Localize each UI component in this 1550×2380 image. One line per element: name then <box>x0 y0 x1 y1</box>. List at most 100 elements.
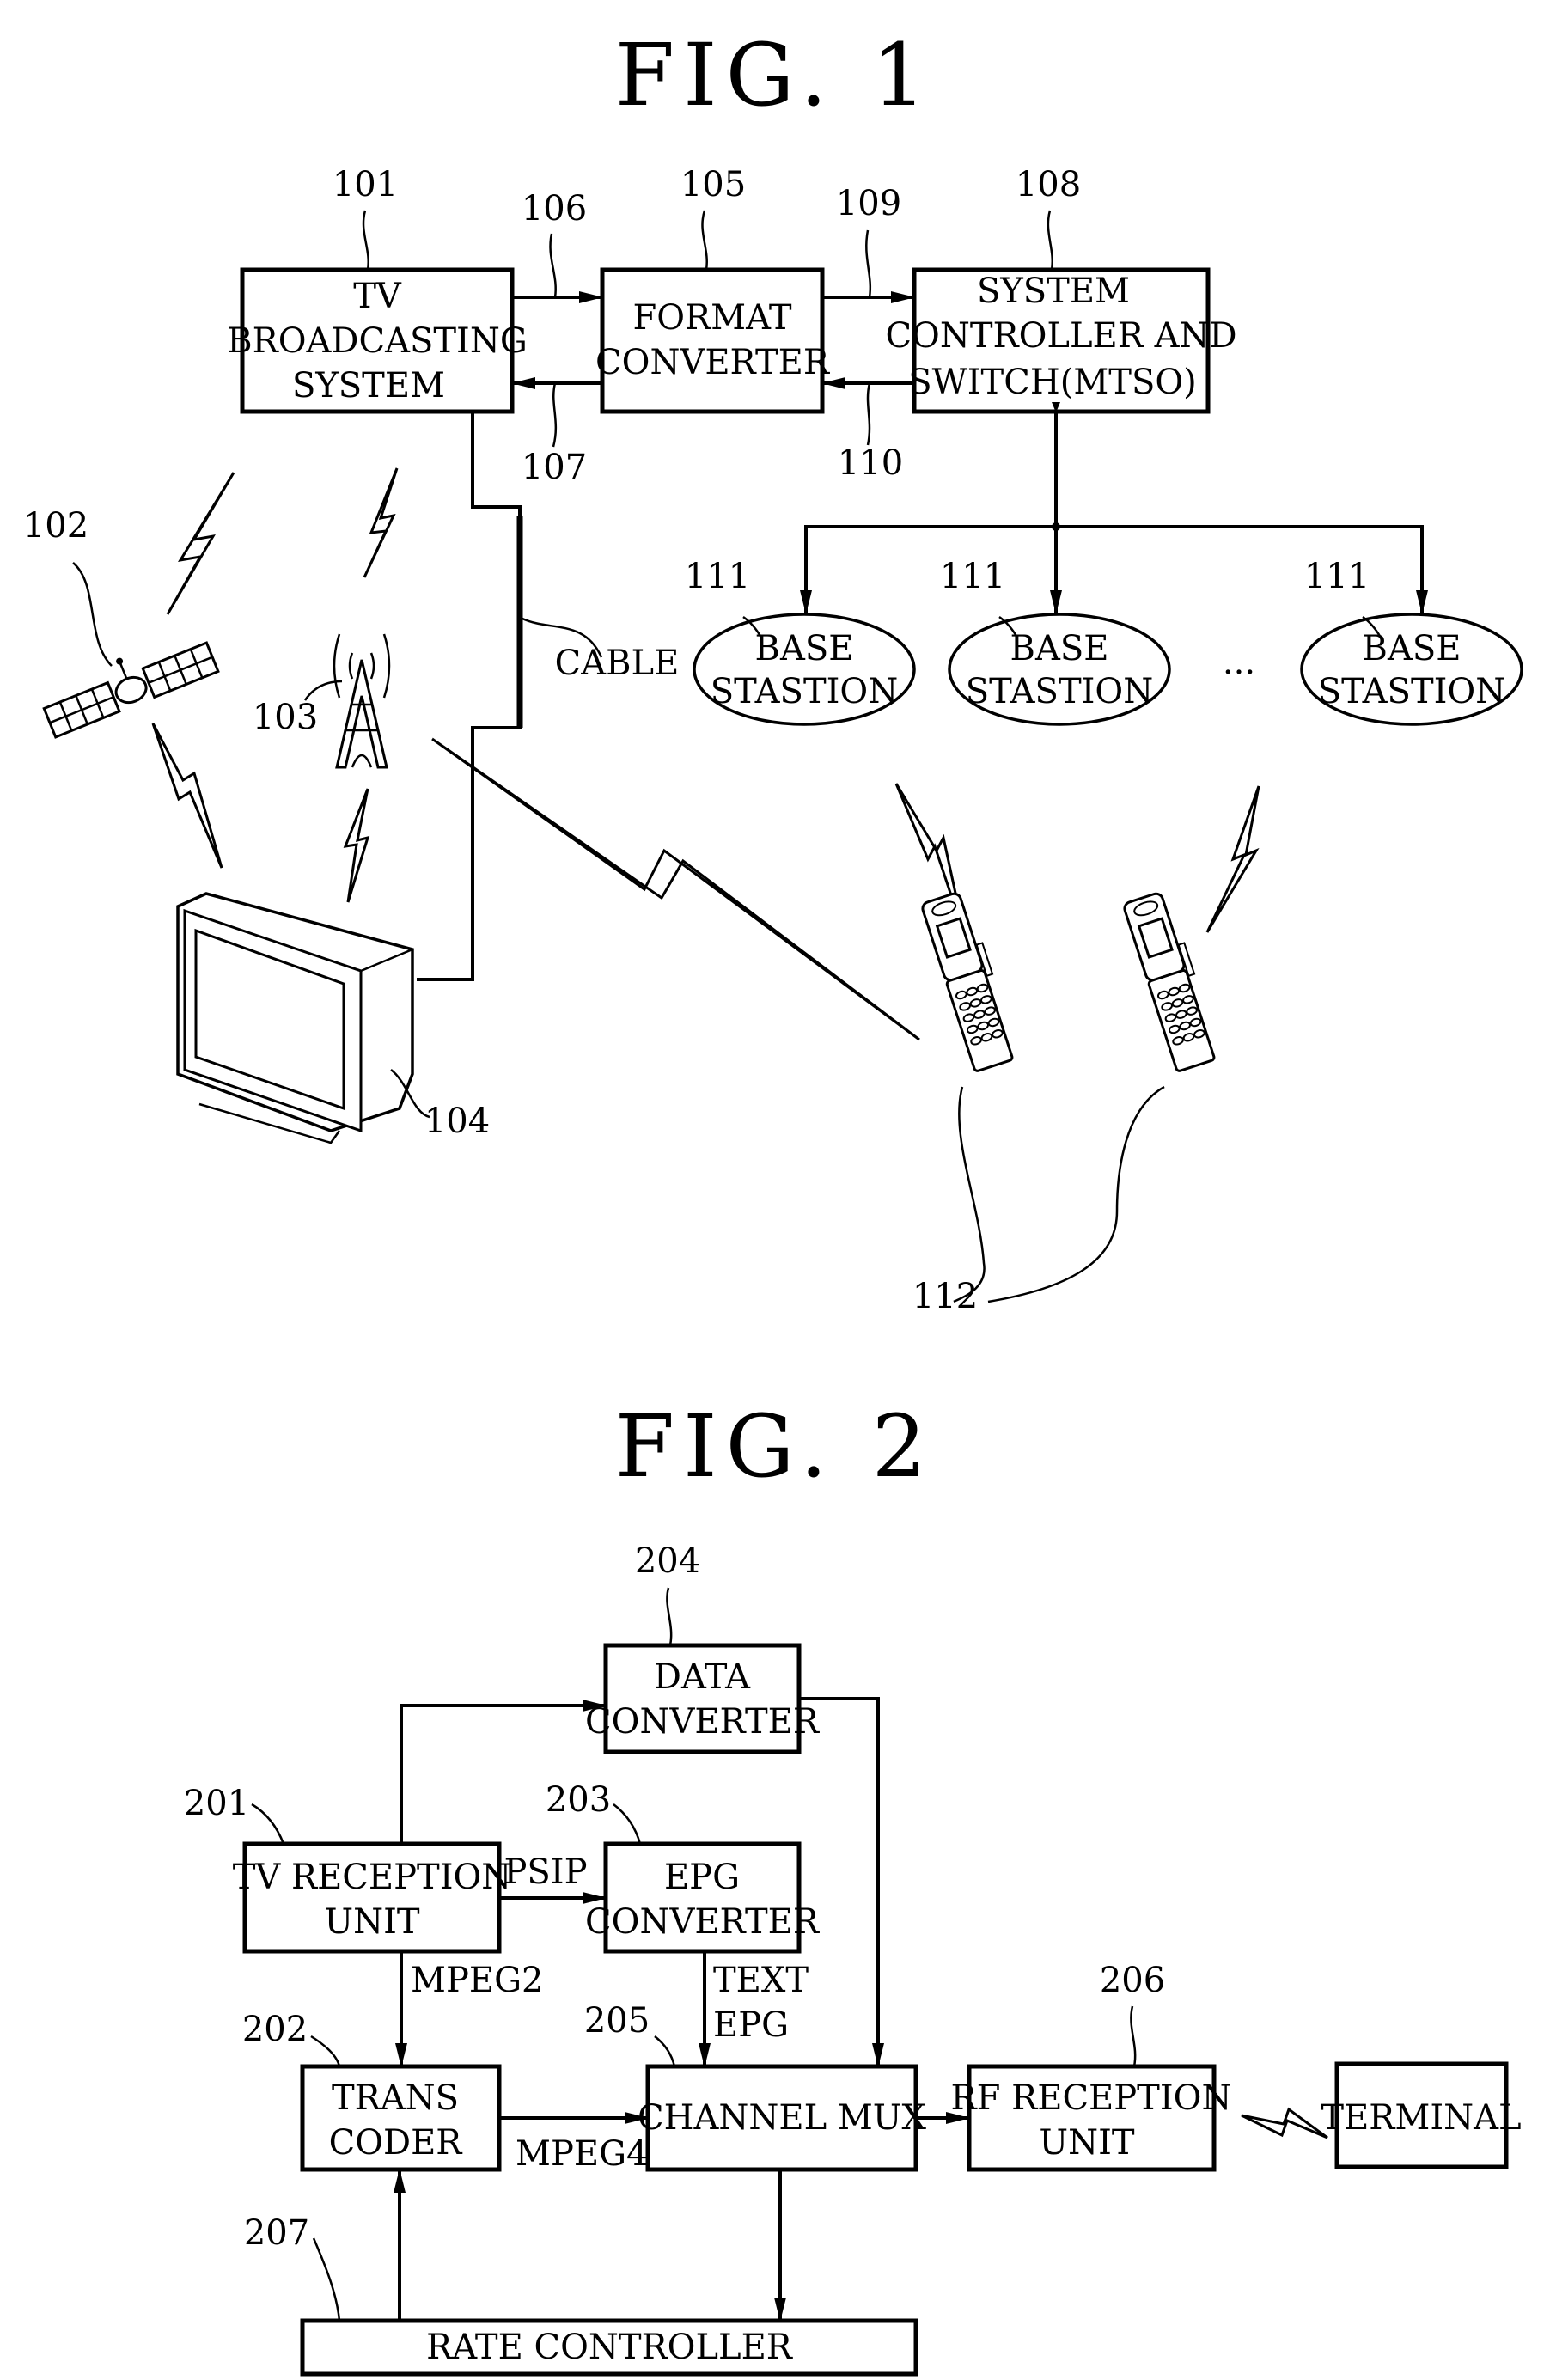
base-station-label: BASE <box>1010 629 1109 668</box>
mobile-phone-icon <box>1123 892 1216 1072</box>
ref-204: 204 <box>635 1541 700 1581</box>
fig1-title: FIG. 1 <box>615 25 935 125</box>
block-label: RF RECEPTION <box>951 2078 1232 2118</box>
ref-106: 106 <box>522 189 587 229</box>
tv-broadcasting-system-block: TV BROADCASTING SYSTEM <box>227 267 528 414</box>
leader-line <box>865 229 872 298</box>
block-label: CONVERTER <box>585 1902 821 1942</box>
ref-104: 104 <box>424 1102 490 1141</box>
ref-207: 207 <box>244 2213 309 2253</box>
block-label: TERMINAL <box>1321 2098 1521 2138</box>
leader-line <box>866 382 871 446</box>
system-controller-block: SYSTEM CONTROLLER AND SWITCH(MTSO) <box>885 267 1237 414</box>
block-label: DATA <box>654 1657 751 1697</box>
wireless-signal-icon <box>363 467 399 578</box>
ref-206: 206 <box>1100 1961 1165 2000</box>
wireless-signal-icon <box>1205 785 1260 933</box>
ref-109: 109 <box>836 184 901 223</box>
leader-line <box>1047 210 1054 271</box>
wireless-signal-icon <box>151 723 223 869</box>
leader-line <box>701 210 708 271</box>
base-station-2: BASE STASTION <box>948 613 1171 726</box>
base-station-label: BASE <box>755 629 854 668</box>
leader-line <box>310 2035 341 2067</box>
block-label: RATE CONTROLLER <box>426 2328 794 2367</box>
wireless-signal-icon <box>343 788 370 903</box>
arrow-201-to-204 <box>400 1700 607 1844</box>
leader-line <box>362 210 369 271</box>
leader-line <box>312 2237 341 2322</box>
block-label: CONVERTER <box>585 1702 821 1742</box>
patent-figures: FIG. 1 TV BROADCASTING SYSTEM 101 FORMAT… <box>23 25 1523 2377</box>
format-converter-block: FORMAT CONVERTER <box>595 267 831 414</box>
leader-line <box>953 1086 986 1303</box>
broadcast-tower-icon <box>333 633 391 769</box>
epg-label: EPG <box>713 2005 789 2045</box>
channel-mux-block: CHANNEL MUX <box>638 2064 927 2172</box>
leader-line <box>987 1085 1165 1303</box>
base-station-label: STASTION <box>711 672 898 711</box>
ref-108: 108 <box>1016 165 1081 204</box>
arrow-204-to-205 <box>799 1697 884 2067</box>
mobile-phone-icon <box>921 892 1014 1072</box>
mpeg4-label: MPEG4 <box>516 2134 648 2174</box>
block-label: SYSTEM <box>292 366 445 406</box>
base-station-label: STASTION <box>966 672 1153 711</box>
leader-line <box>613 1803 642 1845</box>
block-label: TV <box>353 277 402 316</box>
ellipsis: ... <box>1223 643 1255 682</box>
leader-line <box>251 1803 285 1845</box>
ref-103: 103 <box>253 698 318 737</box>
ref-101: 101 <box>333 165 398 204</box>
epg-converter-block: EPG CONVERTER <box>585 1841 821 1954</box>
block-label: UNIT <box>324 1902 420 1942</box>
wireless-signal-icon <box>1241 2107 1328 2139</box>
ref-105: 105 <box>680 165 746 204</box>
block-label: CONTROLLER AND <box>885 316 1236 356</box>
block-label: CODER <box>329 2123 464 2163</box>
ref-112: 112 <box>912 1277 978 1316</box>
satellite-icon <box>42 641 220 739</box>
text-label: TEXT <box>713 1961 809 2000</box>
cable-line <box>417 412 522 981</box>
ref-102: 102 <box>23 506 88 546</box>
base-station-label: BASE <box>1363 629 1462 668</box>
ref-111: 111 <box>940 557 1005 596</box>
ref-107: 107 <box>522 448 587 487</box>
leader-line <box>552 382 558 448</box>
block-label: SYSTEM <box>977 272 1130 311</box>
ref-205: 205 <box>584 2001 650 2041</box>
block-label: CONVERTER <box>595 343 831 382</box>
rate-controller-block: RATE CONTROLLER <box>300 2318 918 2377</box>
ref-201: 201 <box>184 1784 249 1823</box>
leader-line <box>666 1587 673 1646</box>
mpeg2-label: MPEG2 <box>411 1961 543 2000</box>
base-station-3: BASE STASTION <box>1300 613 1523 726</box>
wireless-signal-icon <box>431 737 920 1041</box>
terminal-block: TERMINAL <box>1321 2061 1522 2169</box>
wireless-signal-icon <box>166 472 235 615</box>
block-label: BROADCASTING <box>227 321 528 361</box>
ref-110: 110 <box>838 443 903 483</box>
ref-203: 203 <box>546 1780 611 1820</box>
leader-line <box>654 2035 676 2067</box>
rf-reception-unit-block: RF RECEPTION UNIT <box>951 2064 1232 2172</box>
block-label: CHANNEL MUX <box>638 2098 927 2138</box>
block-label: EPG <box>664 1858 740 1897</box>
tv-reception-unit-block: TV RECEPTION UNIT <box>233 1841 512 1954</box>
television-icon <box>176 892 414 1144</box>
block-label: TV RECEPTION <box>233 1858 512 1897</box>
ref-202: 202 <box>242 2010 308 2049</box>
data-converter-block: DATA CONVERTER <box>585 1643 821 1754</box>
ref-111: 111 <box>1304 557 1370 596</box>
ref-111: 111 <box>685 557 750 596</box>
base-station-1: BASE STASTION <box>693 613 916 726</box>
transcoder-block: TRANS CODER <box>300 2064 502 2172</box>
cable-label: CABLE <box>555 644 680 683</box>
leader-line <box>72 562 113 667</box>
fig2-title: FIG. 2 <box>615 1396 935 1497</box>
block-label: TRANS <box>332 2078 459 2118</box>
leader-line <box>549 233 557 298</box>
base-station-label: STASTION <box>1318 672 1505 711</box>
block-label: UNIT <box>1039 2123 1135 2163</box>
